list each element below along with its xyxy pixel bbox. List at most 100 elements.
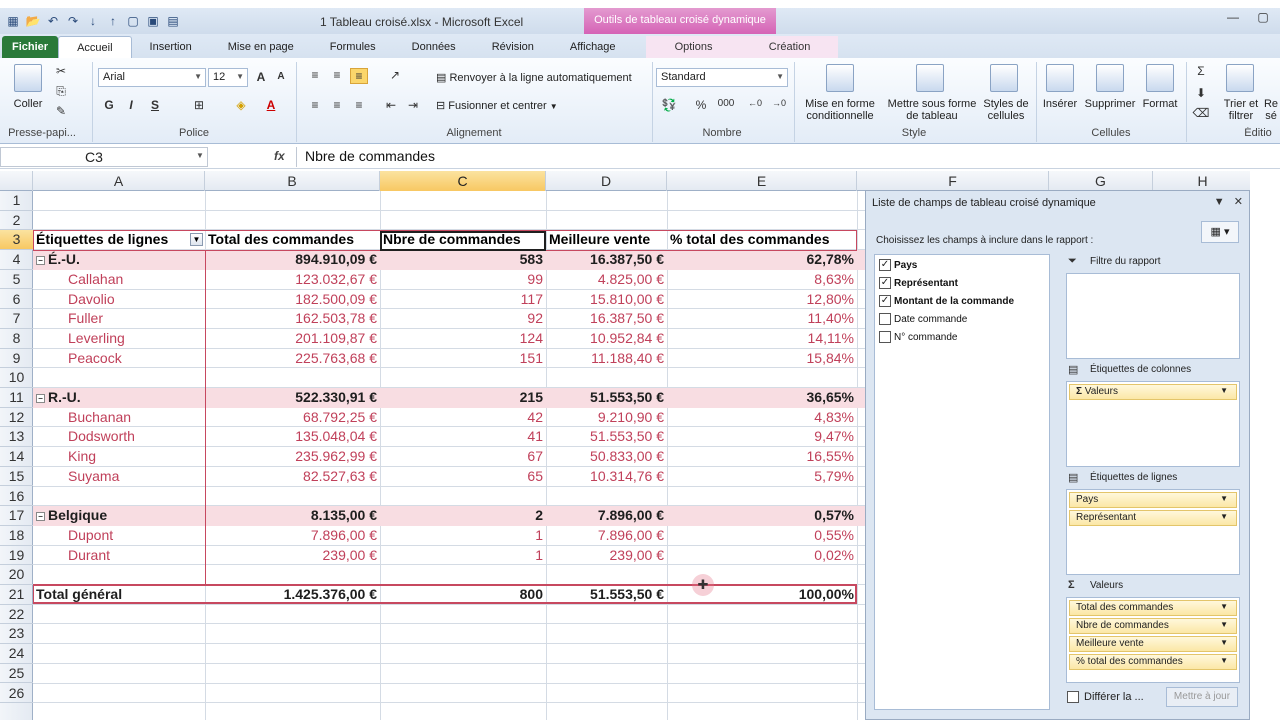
row-label-cell[interactable]: Suyama bbox=[33, 467, 205, 487]
best-sale-cell[interactable]: 51.553,50 € bbox=[546, 388, 667, 408]
total-cell[interactable]: 201.109,87 € bbox=[205, 329, 380, 349]
increase-decimal-icon[interactable]: ←0 bbox=[746, 98, 764, 108]
row-label-cell[interactable]: King bbox=[33, 447, 205, 467]
select-all-corner[interactable] bbox=[0, 171, 33, 191]
tab-design[interactable]: Création bbox=[741, 36, 838, 58]
total-cell[interactable]: 82.527,63 € bbox=[205, 467, 380, 487]
values-zone[interactable]: Total des commandes ▼ Nbre de commandes ▼ Me… bbox=[1066, 597, 1240, 683]
chevron-down-icon[interactable]: ▼ bbox=[1220, 512, 1228, 521]
pivot-header-cell[interactable]: % total des commandes bbox=[667, 230, 857, 250]
field-checkbox[interactable]: ✓ bbox=[879, 277, 891, 289]
delete-cells-button[interactable]: Supprimer bbox=[1082, 98, 1138, 110]
row-header[interactable]: 12 bbox=[0, 408, 33, 428]
bold-button[interactable]: G bbox=[100, 98, 118, 112]
best-sale-cell[interactable]: 4.825,00 € bbox=[546, 270, 667, 290]
total-cell[interactable]: 123.032,67 € bbox=[205, 270, 380, 290]
best-sale-cell[interactable]: 16.387,50 € bbox=[546, 250, 667, 270]
defer-update-checkbox[interactable] bbox=[1067, 691, 1079, 703]
row-label-cell[interactable]: Durant bbox=[33, 546, 205, 566]
column-header-a[interactable]: A bbox=[33, 171, 205, 191]
row-label-cell[interactable]: Fuller bbox=[33, 309, 205, 329]
count-cell[interactable]: 151 bbox=[380, 349, 546, 369]
count-cell[interactable]: 583 bbox=[380, 250, 546, 270]
percent-cell[interactable]: 0,55% bbox=[667, 526, 857, 546]
column-header-h[interactable]: H bbox=[1153, 171, 1253, 191]
percent-cell[interactable]: 11,40% bbox=[667, 309, 857, 329]
count-cell[interactable]: 1 bbox=[380, 546, 546, 566]
fill-color-icon[interactable]: ◈ bbox=[232, 98, 250, 112]
format-painter-icon[interactable]: ✎ bbox=[52, 104, 70, 118]
orientation-icon[interactable]: ↗ bbox=[386, 68, 404, 82]
chevron-down-icon[interactable]: ▼ bbox=[1220, 494, 1228, 503]
total-cell[interactable]: 135.048,04 € bbox=[205, 427, 380, 447]
zone-field-chip[interactable]: % total des commandes ▼ bbox=[1069, 654, 1237, 670]
percent-button[interactable]: % bbox=[692, 98, 710, 112]
cut-icon[interactable]: ✂ bbox=[52, 64, 70, 78]
pivot-header-cell[interactable]: Meilleure vente bbox=[546, 230, 667, 250]
align-right-icon[interactable]: ≡ bbox=[350, 98, 368, 112]
decrease-decimal-icon[interactable]: →0 bbox=[770, 98, 788, 108]
tab-home[interactable]: Accueil bbox=[58, 36, 132, 58]
row-header[interactable]: 15 bbox=[0, 467, 33, 487]
paste-button[interactable]: Coller bbox=[10, 98, 46, 110]
total-cell[interactable]: 68.792,25 € bbox=[205, 408, 380, 428]
row-header[interactable]: 14 bbox=[0, 447, 33, 467]
field-checkbox[interactable]: ✓ bbox=[879, 295, 891, 307]
field-checkbox[interactable]: ✓ bbox=[879, 259, 891, 271]
column-header-f[interactable]: F bbox=[857, 171, 1049, 191]
field-item[interactable]: N° commande bbox=[879, 331, 957, 343]
row-label-cell[interactable]: Dodsworth bbox=[33, 427, 205, 447]
best-sale-cell[interactable]: 10.952,84 € bbox=[546, 329, 667, 349]
percent-cell[interactable]: 8,63% bbox=[667, 270, 857, 290]
row-header[interactable]: 23 bbox=[0, 624, 33, 645]
field-item[interactable]: Date commande bbox=[879, 313, 967, 325]
thousands-button[interactable]: 000 bbox=[714, 98, 738, 109]
percent-cell[interactable]: 0,02% bbox=[667, 546, 857, 566]
zone-field-chip[interactable]: Représentant ▼ bbox=[1069, 510, 1237, 526]
filter-dropdown-icon[interactable]: ▼ bbox=[190, 233, 203, 247]
row-header[interactable]: 20 bbox=[0, 565, 33, 585]
chevron-down-icon[interactable]: ▼ bbox=[1220, 602, 1228, 611]
best-sale-cell[interactable]: 51.553,50 € bbox=[546, 585, 667, 605]
total-cell[interactable]: 239,00 € bbox=[205, 546, 380, 566]
tab-insert[interactable]: Insertion bbox=[132, 36, 210, 58]
font-size-combo[interactable]: 12 ▼ bbox=[208, 68, 248, 87]
chevron-down-icon[interactable]: ▼ bbox=[196, 151, 204, 160]
insert-cells-button[interactable]: Insérer bbox=[1040, 98, 1080, 110]
row-label-cell[interactable]: Total général bbox=[33, 585, 205, 605]
count-cell[interactable]: 124 bbox=[380, 329, 546, 349]
row-header[interactable]: 8 bbox=[0, 329, 33, 349]
save-icon[interactable]: ▣ bbox=[144, 12, 162, 30]
row-header[interactable]: 25 bbox=[0, 664, 33, 684]
row-header[interactable]: 13 bbox=[0, 427, 33, 448]
rows-zone[interactable]: Pays ▼ Représentant ▼ bbox=[1066, 489, 1240, 575]
open-icon[interactable]: 📂 bbox=[24, 12, 42, 30]
best-sale-cell[interactable]: 7.896,00 € bbox=[546, 526, 667, 546]
row-header[interactable]: 19 bbox=[0, 546, 33, 566]
count-cell[interactable]: 99 bbox=[380, 270, 546, 290]
zone-field-chip[interactable]: Meilleure vente ▼ bbox=[1069, 636, 1237, 652]
tab-page-layout[interactable]: Mise en page bbox=[210, 36, 312, 58]
row-label-cell[interactable]: Peacock bbox=[33, 349, 205, 369]
zone-field-chip[interactable]: Pays ▼ bbox=[1069, 492, 1237, 508]
row-label-cell[interactable]: Davolio bbox=[33, 290, 205, 310]
best-sale-cell[interactable]: 51.553,50 € bbox=[546, 427, 667, 447]
redo-icon[interactable]: ↷ bbox=[64, 12, 82, 30]
row-header[interactable]: 1 bbox=[0, 191, 33, 211]
field-item[interactable]: ✓ Montant de la commande bbox=[879, 295, 1014, 307]
tab-options[interactable]: Options bbox=[645, 36, 742, 58]
pane-menu-icon[interactable]: ▼ bbox=[1214, 196, 1225, 208]
tab-review[interactable]: Révision bbox=[474, 36, 552, 58]
format-table-button[interactable]: Mettre sous forme de tableau bbox=[884, 98, 980, 122]
chevron-down-icon[interactable]: ▼ bbox=[1220, 638, 1228, 647]
column-header-g[interactable]: G bbox=[1049, 171, 1153, 191]
row-header[interactable]: 16 bbox=[0, 487, 33, 507]
row-header[interactable]: 17 bbox=[0, 506, 33, 526]
best-sale-cell[interactable]: 11.188,40 € bbox=[546, 349, 667, 369]
merge-center-button[interactable]: ⊟ Fusionner et centrer ▼ bbox=[436, 100, 558, 113]
number-format-combo[interactable]: Standard ▼ bbox=[656, 68, 788, 87]
fill-icon[interactable]: ⬇ bbox=[1192, 86, 1210, 100]
align-top-icon[interactable]: ≡ bbox=[306, 68, 324, 82]
zone-field-chip[interactable]: Nbre de commandes ▼ bbox=[1069, 618, 1237, 634]
count-cell[interactable]: 92 bbox=[380, 309, 546, 329]
